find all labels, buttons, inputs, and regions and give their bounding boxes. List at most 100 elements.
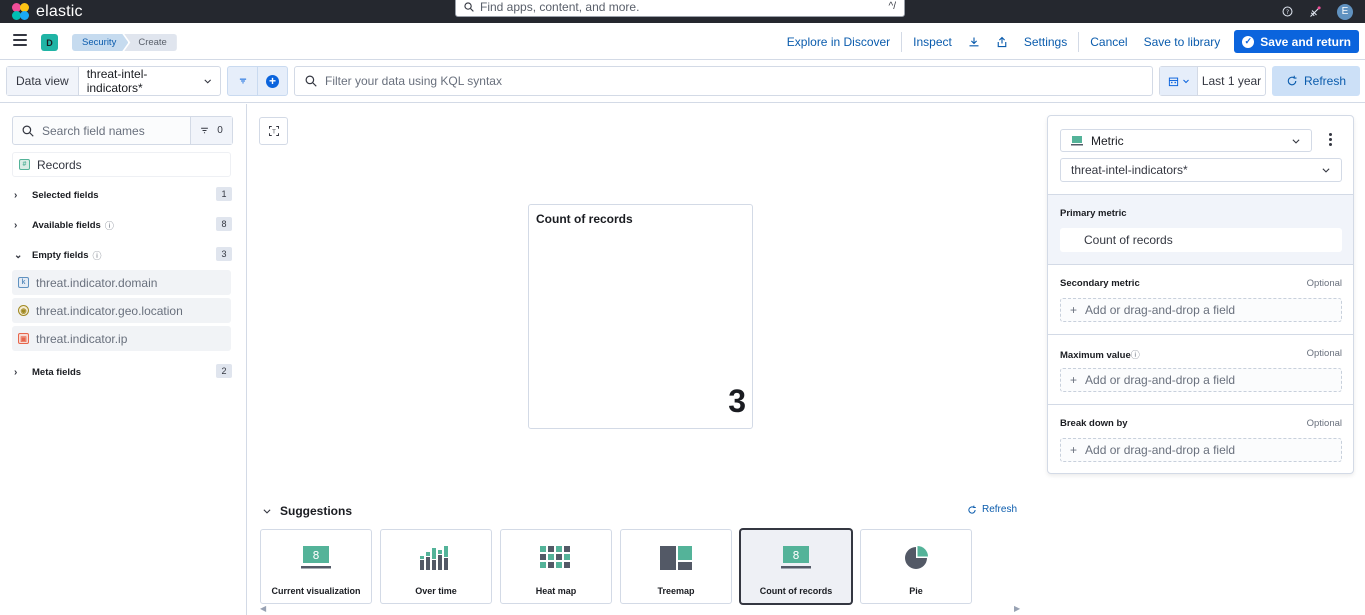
metric-value: 3 <box>728 383 746 419</box>
suggestion-heat-map[interactable]: Heat map <box>500 529 612 604</box>
meta-fields-group[interactable]: › Meta fields 2 <box>14 364 232 380</box>
space-avatar[interactable]: D <box>41 34 58 51</box>
field-item[interactable]: k threat.indicator.domain <box>12 270 231 295</box>
quick-menu-button[interactable] <box>1160 67 1198 95</box>
number-type-icon: # <box>19 159 30 170</box>
elastic-logo[interactable]: elastic <box>12 0 83 23</box>
inspect-button[interactable]: Inspect <box>905 30 960 53</box>
metric-title: Count of records <box>536 212 633 226</box>
primary-metric-section: Primary metric Count of records <box>1048 194 1353 265</box>
breadcrumb: Security Create <box>72 34 177 51</box>
global-search-input[interactable]: Find apps, content, and more. ^/ <box>455 0 905 17</box>
visualization-type-select[interactable]: Metric <box>1060 129 1312 152</box>
refresh-button[interactable]: Refresh <box>1272 66 1360 96</box>
group-label: Selected fields <box>32 189 99 201</box>
count-badge: 3 <box>216 247 232 261</box>
field-type-filter-button[interactable]: 0 <box>190 117 232 144</box>
breadcrumb-security[interactable]: Security <box>72 34 128 51</box>
field-name: threat.indicator.ip <box>36 331 128 346</box>
kql-query-input[interactable]: Filter your data using KQL syntax <box>294 66 1153 96</box>
field-search-input[interactable]: Search field names <box>13 117 190 144</box>
fullscreen-toggle-button[interactable]: T <box>259 117 288 145</box>
count-badge: 2 <box>216 364 232 378</box>
refresh-label: Refresh <box>1303 74 1347 88</box>
download-button[interactable] <box>960 30 988 53</box>
secondary-metric-dropzone[interactable]: + Add or drag-and-drop a field <box>1060 298 1342 322</box>
filter-menu-button[interactable] <box>228 67 258 95</box>
global-search-placeholder: Find apps, content, and more. <box>480 0 640 14</box>
suggestion-treemap[interactable]: Treemap <box>620 529 732 604</box>
empty-fields-group[interactable]: ⌄ Empty fields ⓘ 3 <box>14 247 232 263</box>
share-icon <box>997 36 1007 47</box>
metric-visualization[interactable]: Count of records 3 <box>528 204 753 429</box>
scroll-left-arrow-icon[interactable]: ◀ <box>260 604 266 613</box>
count-badge: 8 <box>216 217 232 231</box>
suggestions-title: Suggestions <box>280 504 353 518</box>
field-name: threat.indicator.domain <box>36 275 158 290</box>
chevron-down-icon <box>1292 138 1300 144</box>
break-down-by-section: Break down by Optional + Add or drag-and… <box>1048 404 1353 473</box>
layer-data-view-select[interactable]: threat-intel-indicators* <box>1060 158 1342 182</box>
ip-type-icon: ▣ <box>18 333 29 344</box>
search-icon <box>464 1 474 12</box>
menu-icon[interactable] <box>13 34 27 46</box>
suggestion-over-time[interactable]: Over time <box>380 529 492 604</box>
field-search[interactable]: Search field names 0 <box>12 116 233 145</box>
pie-chart-icon <box>905 546 928 569</box>
section-title: Break down by <box>1060 418 1128 429</box>
suggestion-count-of-records[interactable]: 8 Count of records <box>740 529 852 604</box>
help-icon[interactable]: ? <box>1282 6 1293 17</box>
search-shortcut: ^/ <box>888 1 896 12</box>
suggestion-label: Over time <box>415 586 457 596</box>
primary-metric-dimension[interactable]: Count of records <box>1060 228 1342 252</box>
filter-icon <box>201 127 209 134</box>
save-to-library-button[interactable]: Save to library <box>1136 30 1229 53</box>
data-view-picker[interactable]: Data view threat-intel-indicators* <box>6 66 221 96</box>
cancel-button[interactable]: Cancel <box>1082 30 1135 53</box>
field-item[interactable]: ◉ threat.indicator.geo.location <box>12 298 231 323</box>
date-range-text[interactable]: Last 1 year <box>1198 67 1265 95</box>
save-and-return-button[interactable]: ✓ Save and return <box>1234 30 1359 53</box>
suggestion-pie[interactable]: Pie <box>860 529 972 604</box>
info-icon[interactable]: ⓘ <box>1131 350 1140 360</box>
header-actions: Explore in Discover Inspect Settings Can… <box>779 30 1359 53</box>
filter-controls: + <box>227 66 288 96</box>
divider <box>901 31 903 52</box>
field-item[interactable]: ▣ threat.indicator.ip <box>12 326 231 351</box>
date-picker[interactable]: Last 1 year <box>1159 66 1266 96</box>
plus-icon: + <box>1070 373 1078 387</box>
news-feed-icon[interactable] <box>1309 5 1321 18</box>
scroll-right-arrow-icon[interactable]: ▶ <box>1014 604 1020 613</box>
dropzone-placeholder: Add or drag-and-drop a field <box>1085 303 1236 317</box>
break-down-dropzone[interactable]: + Add or drag-and-drop a field <box>1060 438 1342 462</box>
chevron-down-icon <box>203 79 211 84</box>
suggestion-current-visualization[interactable]: 8 Current visualization <box>260 529 372 604</box>
svg-text:T: T <box>271 129 276 135</box>
suggestions-refresh-button[interactable]: Refresh <box>967 504 1017 515</box>
info-icon[interactable]: ⓘ <box>105 219 114 232</box>
explore-in-discover-button[interactable]: Explore in Discover <box>779 30 898 53</box>
add-filter-button[interactable]: + <box>258 67 287 95</box>
field-name: threat.indicator.geo.location <box>36 303 183 318</box>
selected-fields-group[interactable]: › Selected fields 1 <box>14 187 232 203</box>
filter-icon <box>239 78 246 84</box>
section-title: Primary metric <box>1060 208 1127 219</box>
svg-text:8: 8 <box>313 549 320 562</box>
records-field[interactable]: # Records <box>12 152 231 177</box>
brand-name: elastic <box>36 2 83 20</box>
share-button[interactable] <box>988 30 1016 53</box>
group-label: Meta fields <box>32 366 82 378</box>
suggestions-toggle[interactable]: Suggestions <box>262 504 352 518</box>
header-icons: ? E <box>1282 0 1353 23</box>
data-view-value: threat-intel-indicators* <box>86 67 148 95</box>
layer-actions-menu-icon[interactable] <box>1329 133 1332 146</box>
settings-button[interactable]: Settings <box>1016 30 1075 53</box>
maximum-value-dropzone[interactable]: + Add or drag-and-drop a field <box>1060 368 1342 392</box>
user-avatar[interactable]: E <box>1337 3 1353 20</box>
available-fields-group[interactable]: › Available fields ⓘ 8 <box>14 217 232 233</box>
field-filter-count: 0 <box>217 125 223 136</box>
info-icon[interactable]: ⓘ <box>93 249 102 262</box>
chevron-down-icon: ⌄ <box>14 249 23 261</box>
svg-text:8: 8 <box>793 549 800 562</box>
chevron-down-icon <box>1182 79 1189 84</box>
